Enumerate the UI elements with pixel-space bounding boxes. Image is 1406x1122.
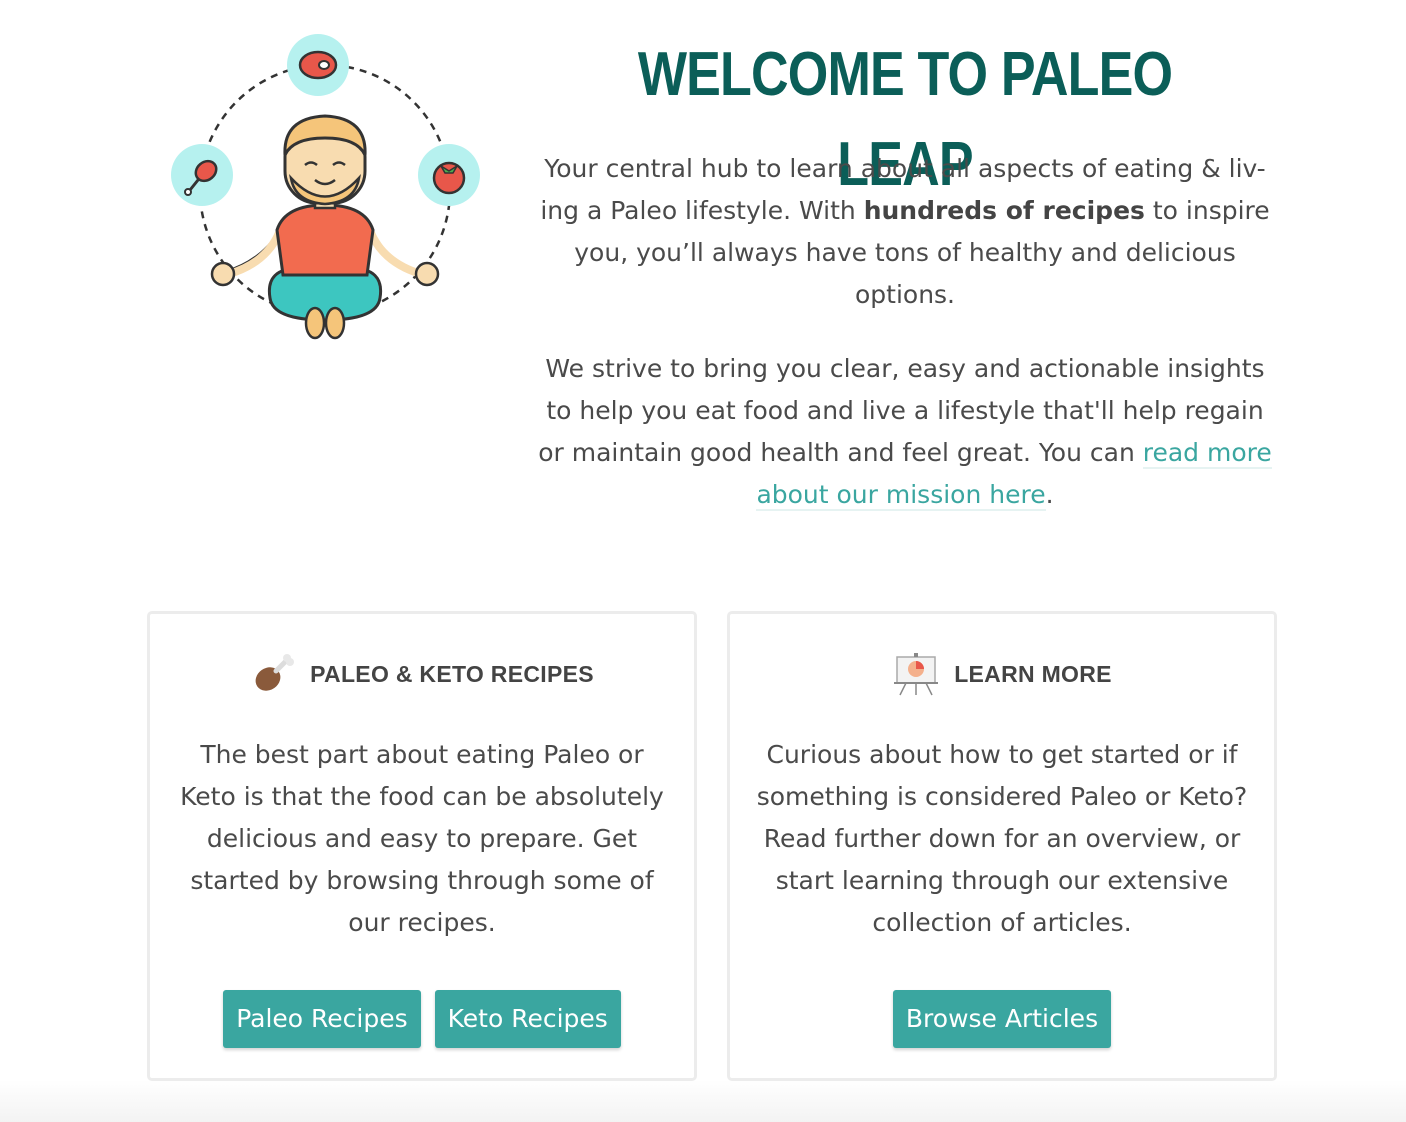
learn-more-card-title: LEARN MORE xyxy=(954,660,1112,687)
mission-end: . xyxy=(1045,480,1054,509)
presentation-chart-icon xyxy=(894,653,939,696)
page-bottom-fade xyxy=(0,1080,1406,1122)
learn-more-button-row: Browse Articles xyxy=(730,990,1274,1048)
recipes-card: PALEO & KETO RECIPES The best part about… xyxy=(147,611,697,1081)
learn-more-card-body: Curious about how to get started or if s… xyxy=(756,740,1248,937)
intro-paragraph: Your central hub to learn about all aspe… xyxy=(530,148,1280,316)
meditating-person-icon xyxy=(171,34,480,340)
intro-bold-text: hundreds of recipes xyxy=(863,196,1145,225)
learn-more-card: LEARN MORE Curious about how to get star… xyxy=(727,611,1277,1081)
recipes-button-row: Paleo Recipes Keto Recipes xyxy=(150,990,694,1048)
browse-articles-button[interactable]: Browse Articles xyxy=(892,990,1112,1048)
drumstick-icon xyxy=(255,654,295,691)
steak-icon xyxy=(287,34,349,96)
paleo-recipes-button[interactable]: Paleo Recipes xyxy=(223,990,421,1048)
intro-section: Your central hub to learn about all aspe… xyxy=(530,148,1280,548)
learn-more-card-header: LEARN MORE xyxy=(730,644,1274,704)
recipes-card-body: The best part about eating Paleo or Keto… xyxy=(180,740,664,937)
recipes-card-header: PALEO & KETO RECIPES xyxy=(150,644,694,704)
drumstick-icon xyxy=(171,144,233,206)
recipes-card-title: PALEO & KETO RECIPES xyxy=(310,660,594,687)
keto-recipes-button[interactable]: Keto Recipes xyxy=(434,990,621,1048)
tomato-icon xyxy=(418,144,480,206)
mission-paragraph: We strive to bring you clear, easy and a… xyxy=(530,348,1280,516)
